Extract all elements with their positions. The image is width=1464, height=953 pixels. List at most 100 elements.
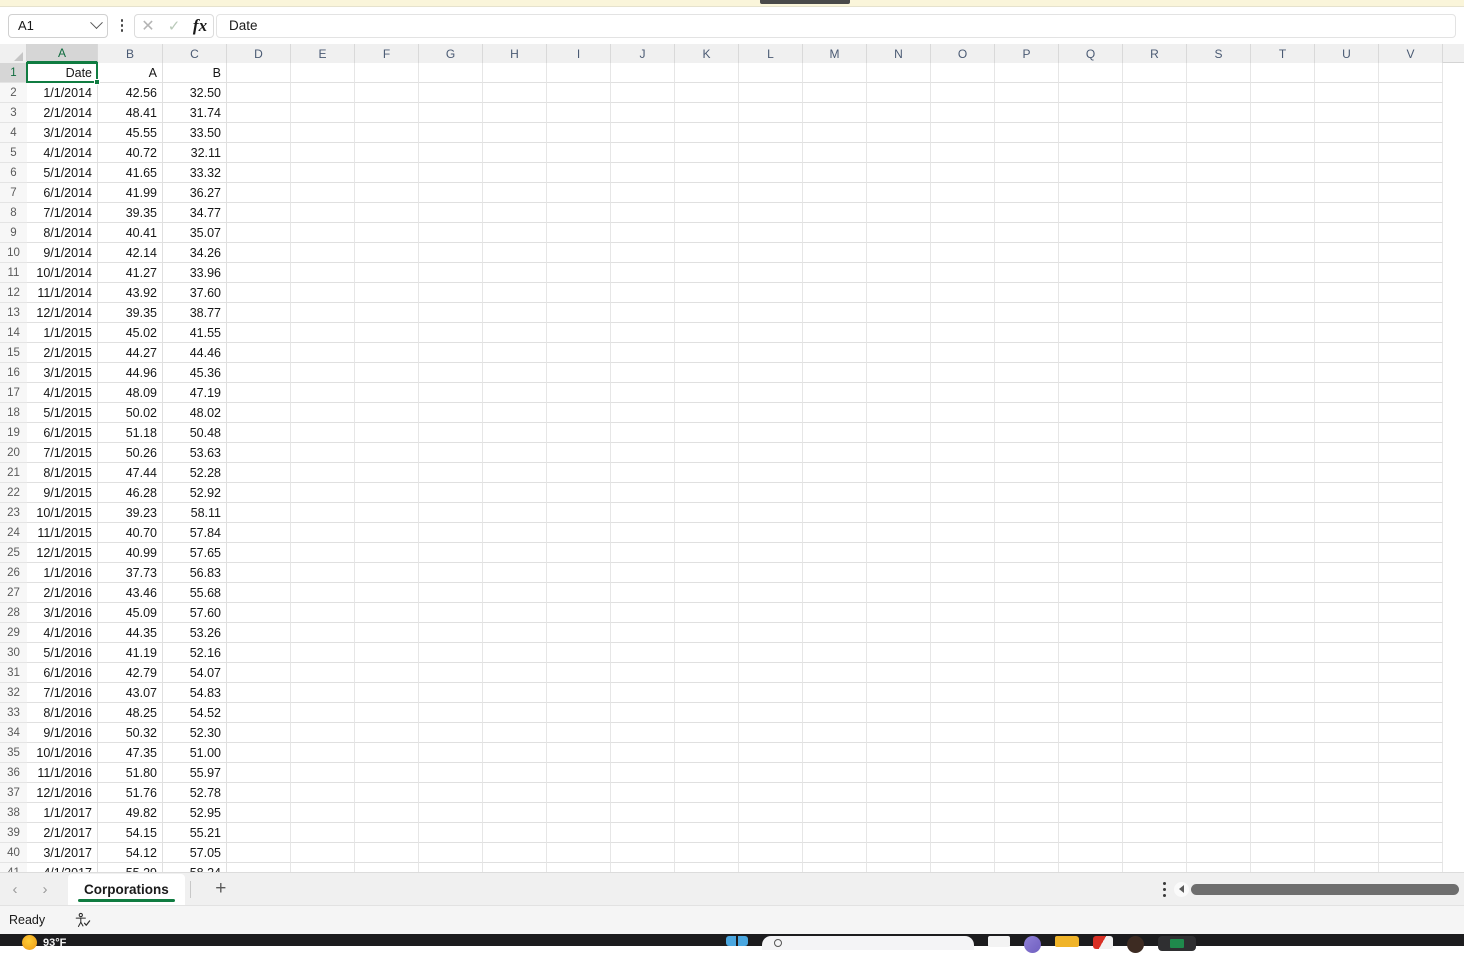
cell-D24[interactable]	[227, 523, 291, 543]
cell-A7[interactable]: 6/1/2014	[27, 183, 98, 203]
cell-Q22[interactable]	[1059, 483, 1123, 503]
cell-S38[interactable]	[1187, 803, 1251, 823]
column-header-u[interactable]: U	[1315, 44, 1379, 63]
cell-F29[interactable]	[355, 623, 419, 643]
cell-K19[interactable]	[675, 423, 739, 443]
cell-F21[interactable]	[355, 463, 419, 483]
cell-D15[interactable]	[227, 343, 291, 363]
cell-R11[interactable]	[1123, 263, 1187, 283]
cell-Q39[interactable]	[1059, 823, 1123, 843]
cell-J8[interactable]	[611, 203, 675, 223]
cell-P27[interactable]	[995, 583, 1059, 603]
cell-C11[interactable]: 33.96	[163, 263, 227, 283]
cell-S36[interactable]	[1187, 763, 1251, 783]
cell-S31[interactable]	[1187, 663, 1251, 683]
cell-K11[interactable]	[675, 263, 739, 283]
cell-J34[interactable]	[611, 723, 675, 743]
cell-D18[interactable]	[227, 403, 291, 423]
cell-U29[interactable]	[1315, 623, 1379, 643]
cell-H34[interactable]	[483, 723, 547, 743]
cell-Q40[interactable]	[1059, 843, 1123, 863]
cell-C17[interactable]: 47.19	[163, 383, 227, 403]
cell-I5[interactable]	[547, 143, 611, 163]
row-header-4[interactable]: 4	[0, 123, 27, 143]
cell-C16[interactable]: 45.36	[163, 363, 227, 383]
cell-E20[interactable]	[291, 443, 355, 463]
cell-M35[interactable]	[803, 743, 867, 763]
cell-P35[interactable]	[995, 743, 1059, 763]
cell-F31[interactable]	[355, 663, 419, 683]
cell-N12[interactable]	[867, 283, 931, 303]
cell-D32[interactable]	[227, 683, 291, 703]
cell-O1[interactable]	[931, 63, 995, 83]
row-header-16[interactable]: 16	[0, 363, 27, 383]
cell-N23[interactable]	[867, 503, 931, 523]
cell-S40[interactable]	[1187, 843, 1251, 863]
cell-C28[interactable]: 57.60	[163, 603, 227, 623]
cell-I9[interactable]	[547, 223, 611, 243]
cell-G7[interactable]	[419, 183, 483, 203]
cell-T16[interactable]	[1251, 363, 1315, 383]
cell-I4[interactable]	[547, 123, 611, 143]
cell-O19[interactable]	[931, 423, 995, 443]
cell-U34[interactable]	[1315, 723, 1379, 743]
cell-O29[interactable]	[931, 623, 995, 643]
cell-H10[interactable]	[483, 243, 547, 263]
cell-T9[interactable]	[1251, 223, 1315, 243]
cell-C3[interactable]: 31.74	[163, 103, 227, 123]
cell-M41[interactable]	[803, 863, 867, 872]
cell-L33[interactable]	[739, 703, 803, 723]
column-header-o[interactable]: O	[931, 44, 995, 63]
cell-G35[interactable]	[419, 743, 483, 763]
cell-S33[interactable]	[1187, 703, 1251, 723]
cell-F8[interactable]	[355, 203, 419, 223]
column-header-t[interactable]: T	[1251, 44, 1315, 63]
row-header-24[interactable]: 24	[0, 523, 27, 543]
cell-O39[interactable]	[931, 823, 995, 843]
cell-H12[interactable]	[483, 283, 547, 303]
cell-D27[interactable]	[227, 583, 291, 603]
cell-S6[interactable]	[1187, 163, 1251, 183]
cell-M28[interactable]	[803, 603, 867, 623]
cell-V26[interactable]	[1379, 563, 1443, 583]
cell-R16[interactable]	[1123, 363, 1187, 383]
cell-Q5[interactable]	[1059, 143, 1123, 163]
cell-M21[interactable]	[803, 463, 867, 483]
cell-C12[interactable]: 37.60	[163, 283, 227, 303]
cell-L5[interactable]	[739, 143, 803, 163]
cell-E3[interactable]	[291, 103, 355, 123]
cell-N41[interactable]	[867, 863, 931, 872]
cell-B4[interactable]: 45.55	[98, 123, 163, 143]
cell-O36[interactable]	[931, 763, 995, 783]
cell-H25[interactable]	[483, 543, 547, 563]
cell-G17[interactable]	[419, 383, 483, 403]
cell-K23[interactable]	[675, 503, 739, 523]
cell-B25[interactable]: 40.99	[98, 543, 163, 563]
column-header-m[interactable]: M	[803, 44, 867, 63]
cell-R32[interactable]	[1123, 683, 1187, 703]
task-view-icon[interactable]	[726, 936, 748, 946]
cell-R29[interactable]	[1123, 623, 1187, 643]
cell-A35[interactable]: 10/1/2016	[27, 743, 98, 763]
cell-C19[interactable]: 50.48	[163, 423, 227, 443]
cell-K41[interactable]	[675, 863, 739, 872]
cell-I8[interactable]	[547, 203, 611, 223]
cell-J23[interactable]	[611, 503, 675, 523]
cell-A31[interactable]: 6/1/2016	[27, 663, 98, 683]
cell-N15[interactable]	[867, 343, 931, 363]
cell-N21[interactable]	[867, 463, 931, 483]
cell-N32[interactable]	[867, 683, 931, 703]
row-header-1[interactable]: 1	[0, 63, 27, 83]
cell-R17[interactable]	[1123, 383, 1187, 403]
cell-R1[interactable]	[1123, 63, 1187, 83]
column-header-p[interactable]: P	[995, 44, 1059, 63]
cell-J18[interactable]	[611, 403, 675, 423]
cell-H15[interactable]	[483, 343, 547, 363]
cell-C29[interactable]: 53.26	[163, 623, 227, 643]
row-header-32[interactable]: 32	[0, 683, 27, 703]
cell-E38[interactable]	[291, 803, 355, 823]
cell-H13[interactable]	[483, 303, 547, 323]
cell-S19[interactable]	[1187, 423, 1251, 443]
cell-I11[interactable]	[547, 263, 611, 283]
cell-C24[interactable]: 57.84	[163, 523, 227, 543]
